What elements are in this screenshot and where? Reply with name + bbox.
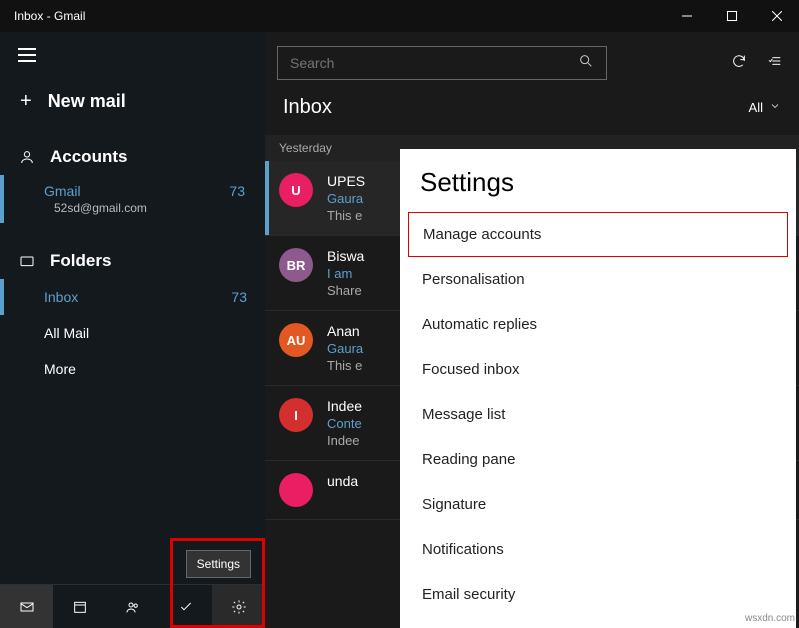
watermark: wsxdn.com [745,613,795,624]
new-mail-label: New mail [48,91,126,112]
account-count: 73 [229,183,245,199]
account-email: 52sd@gmail.com [44,201,247,215]
account-item-gmail[interactable]: Gmail 73 52sd@gmail.com [0,175,265,223]
titlebar: Inbox - Gmail [0,0,799,32]
maximize-button[interactable] [709,0,754,32]
search-box[interactable] [277,46,607,80]
settings-item-email-security[interactable]: Email security [400,572,796,617]
hamburger-icon[interactable] [18,48,36,62]
todo-icon[interactable] [159,585,212,628]
folder-icon [18,253,36,269]
settings-item-focused-inbox[interactable]: Focused inbox [400,347,796,392]
settings-panel: Settings Manage accountsPersonalisationA… [400,149,796,628]
window-title: Inbox - Gmail [14,9,664,23]
minimize-button[interactable] [664,0,709,32]
sync-icon[interactable] [731,53,747,74]
calendar-icon[interactable] [53,585,106,628]
settings-item-message-list[interactable]: Message list [400,392,796,437]
settings-icon[interactable] [212,585,265,628]
filter-all[interactable]: All [749,100,781,115]
close-button[interactable] [754,0,799,32]
avatar: I [279,398,313,432]
inbox-title: Inbox [283,96,332,119]
avatar: BR [279,248,313,282]
folder-inbox[interactable]: Inbox 73 [0,279,265,315]
settings-item-notifications[interactable]: Notifications [400,527,796,572]
settings-item-automatic-replies[interactable]: Automatic replies [400,302,796,347]
folder-allmail[interactable]: All Mail [0,315,265,351]
plus-icon: + [20,90,32,113]
new-mail-button[interactable]: + New mail [18,82,251,131]
settings-item-personalisation[interactable]: Personalisation [400,257,796,302]
account-name: Gmail [44,183,81,199]
settings-item-signature[interactable]: Signature [400,482,796,527]
folders-header[interactable]: Folders [0,243,265,279]
mail-icon[interactable] [0,585,53,628]
folder-more[interactable]: More [0,351,265,387]
search-input[interactable] [290,55,578,71]
settings-item-manage-accounts[interactable]: Manage accounts [408,212,788,257]
search-icon[interactable] [578,53,594,74]
avatar: U [279,173,313,207]
chevron-down-icon [769,100,781,115]
enter-selection-icon[interactable] [767,53,783,74]
avatar [279,473,313,507]
people-icon[interactable] [106,585,159,628]
settings-item-reading-pane[interactable]: Reading pane [400,437,796,482]
settings-tooltip: Settings [186,550,251,578]
person-icon [18,149,36,165]
avatar: AU [279,323,313,357]
accounts-header[interactable]: Accounts [0,139,265,175]
settings-title: Settings [400,167,796,212]
sidebar: + New mail Accounts Gmail 73 52sd@gmail.… [0,32,265,628]
